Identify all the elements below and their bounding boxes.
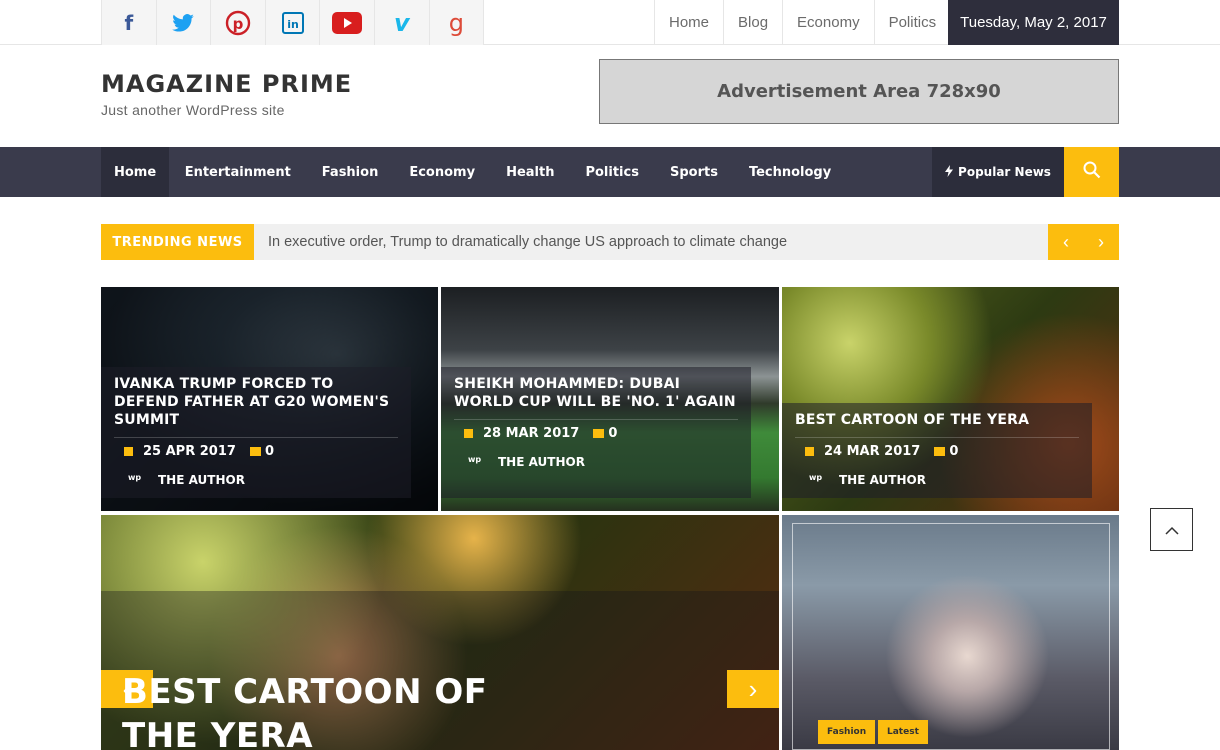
comment-icon	[934, 447, 946, 456]
youtube-icon[interactable]	[320, 0, 375, 45]
calendar-icon	[124, 447, 133, 456]
ticker-prev-button[interactable]: ‹	[1048, 224, 1084, 260]
menu-item-fashion[interactable]: Fashion	[306, 147, 394, 197]
card-date: 24 MAR 2017	[824, 444, 921, 459]
menu-item-economy[interactable]: Economy	[394, 147, 491, 197]
pinterest-icon[interactable]: p	[211, 0, 266, 45]
ticker-next-button[interactable]: ›	[1083, 224, 1119, 260]
slider-title[interactable]: BEST CARTOON OF THE YERA	[122, 670, 522, 750]
comment-icon	[249, 447, 261, 456]
svg-text:p: p	[233, 15, 244, 33]
card-meta: 25 APR 2017 0	[114, 437, 398, 459]
category-tag-fashion[interactable]: Fashion	[818, 720, 876, 744]
author-avatar: wp	[468, 455, 482, 464]
google-plus-icon[interactable]: g	[429, 0, 485, 45]
site-branding: MAGAZINE PRIME Just another WordPress si…	[101, 70, 352, 118]
top-bar: f p in v g Home Blog Economy Politics Tu…	[0, 0, 1220, 45]
calendar-icon	[805, 447, 814, 456]
card-overlay: BEST CARTOON OF THE YERA 24 MAR 2017 0 w…	[782, 403, 1092, 498]
comment-icon	[593, 429, 605, 438]
social-links: f p in v g	[101, 0, 485, 45]
top-nav: Home Blog Economy Politics	[654, 0, 952, 45]
card-overlay: IVANKA TRUMP FORCED TO DEFEND FATHER AT …	[101, 367, 411, 498]
card-author-name: THE AUTHOR	[158, 473, 245, 487]
current-date: Tuesday, May 2, 2017	[948, 0, 1119, 45]
card-comments[interactable]: 0	[949, 444, 958, 459]
featured-card[interactable]: IVANKA TRUMP FORCED TO DEFEND FATHER AT …	[101, 287, 438, 511]
menu-item-home[interactable]: Home	[101, 147, 170, 197]
popular-news-label: Popular News	[958, 165, 1051, 179]
page: f p in v g Home Blog Economy Politics Tu…	[0, 0, 1220, 750]
menu-item-technology[interactable]: Technology	[733, 147, 846, 197]
card-meta: 28 MAR 2017 0	[454, 419, 738, 441]
card-author-name: THE AUTHOR	[498, 455, 585, 469]
menu-item-entertainment[interactable]: Entertainment	[169, 147, 306, 197]
facebook-icon[interactable]: f	[102, 0, 157, 45]
main-menu: Home Entertainment Fashion Economy Healt…	[101, 147, 847, 197]
card-author-name: THE AUTHOR	[839, 473, 926, 487]
top-nav-home[interactable]: Home	[654, 0, 723, 45]
card-date: 28 MAR 2017	[483, 426, 580, 441]
side-card-frame	[792, 523, 1110, 750]
card-title[interactable]: BEST CARTOON OF THE YERA	[795, 411, 1079, 429]
top-nav-politics[interactable]: Politics	[873, 0, 952, 45]
popular-news-button[interactable]: Popular News	[932, 147, 1064, 197]
search-button[interactable]	[1064, 147, 1119, 197]
card-comments[interactable]: 0	[265, 444, 274, 459]
main-navigation: Home Entertainment Fashion Economy Healt…	[0, 147, 1220, 197]
card-meta: 24 MAR 2017 0	[795, 437, 1079, 459]
menu-item-health[interactable]: Health	[491, 147, 570, 197]
trending-news-ticker: TRENDING NEWS In executive order, Trump …	[101, 224, 1119, 260]
author-avatar: wp	[128, 473, 142, 482]
author-avatar: wp	[809, 473, 823, 482]
card-author[interactable]: wp THE AUTHOR	[114, 473, 398, 487]
featured-card[interactable]: BEST CARTOON OF THE YERA 24 MAR 2017 0 w…	[782, 287, 1119, 511]
twitter-icon[interactable]	[156, 0, 212, 45]
linkedin-icon[interactable]: in	[265, 0, 321, 45]
site-tagline: Just another WordPress site	[101, 102, 285, 118]
bolt-icon	[945, 164, 954, 180]
top-nav-blog[interactable]: Blog	[723, 0, 782, 45]
card-comments[interactable]: 0	[608, 426, 617, 441]
advertisement-banner[interactable]: Advertisement Area 728x90	[599, 59, 1119, 124]
site-title[interactable]: MAGAZINE PRIME	[101, 70, 352, 98]
card-title[interactable]: IVANKA TRUMP FORCED TO DEFEND FATHER AT …	[114, 375, 398, 429]
search-icon	[1083, 161, 1101, 184]
card-author[interactable]: wp THE AUTHOR	[454, 455, 738, 469]
menu-item-sports[interactable]: Sports	[654, 147, 733, 197]
svg-text:in: in	[287, 18, 299, 31]
trending-news-label: TRENDING NEWS	[101, 224, 254, 260]
card-overlay: SHEIKH MOHAMMED: DUBAI WORLD CUP WILL BE…	[441, 367, 751, 498]
side-featured-card[interactable]	[782, 515, 1119, 750]
menu-item-politics[interactable]: Politics	[570, 147, 655, 197]
card-title[interactable]: SHEIKH MOHAMMED: DUBAI WORLD CUP WILL BE…	[454, 375, 738, 411]
card-date: 25 APR 2017	[143, 444, 236, 459]
slider-next-button[interactable]: ›	[727, 670, 779, 708]
calendar-icon	[464, 429, 473, 438]
chevron-up-icon	[1164, 519, 1179, 540]
vimeo-icon[interactable]: v	[374, 0, 430, 45]
top-nav-economy[interactable]: Economy	[782, 0, 874, 45]
card-author[interactable]: wp THE AUTHOR	[795, 473, 1079, 487]
back-to-top-button[interactable]	[1150, 508, 1193, 551]
trending-headline[interactable]: In executive order, Trump to dramaticall…	[268, 224, 787, 260]
featured-card[interactable]: SHEIKH MOHAMMED: DUBAI WORLD CUP WILL BE…	[441, 287, 779, 511]
category-tag-latest[interactable]: Latest	[878, 720, 928, 744]
